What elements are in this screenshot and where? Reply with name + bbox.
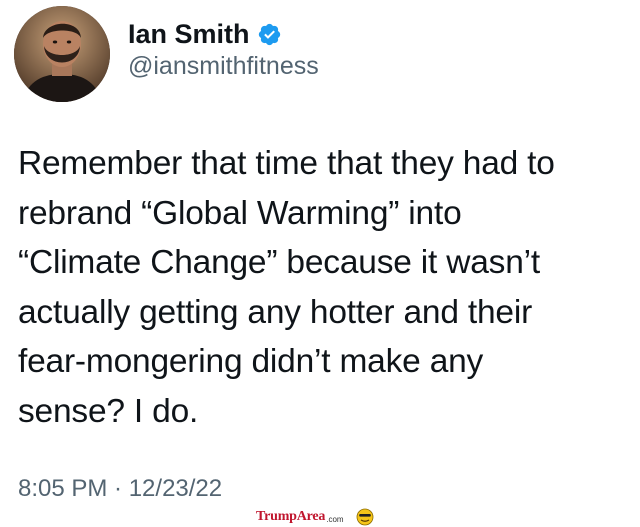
verified-badge-icon bbox=[258, 23, 280, 45]
tweet-text: Remember that time that they had to rebr… bbox=[18, 145, 555, 430]
author-name-row[interactable]: Ian Smith bbox=[128, 16, 282, 52]
tweet-timestamp[interactable]: 8:05 PM · 12/23/22 bbox=[18, 475, 222, 503]
display-name[interactable]: Ian Smith bbox=[128, 19, 250, 50]
watermark: Trump Area .com bbox=[256, 507, 374, 527]
avatar[interactable] bbox=[14, 6, 110, 102]
watermark-brand-trump: Trump bbox=[256, 509, 297, 524]
author-handle[interactable]: @iansmithfitness bbox=[128, 52, 319, 81]
watermark-domain: .com bbox=[326, 514, 344, 524]
smiley-face-icon bbox=[356, 508, 373, 526]
watermark-brand-area: Area bbox=[296, 509, 326, 524]
